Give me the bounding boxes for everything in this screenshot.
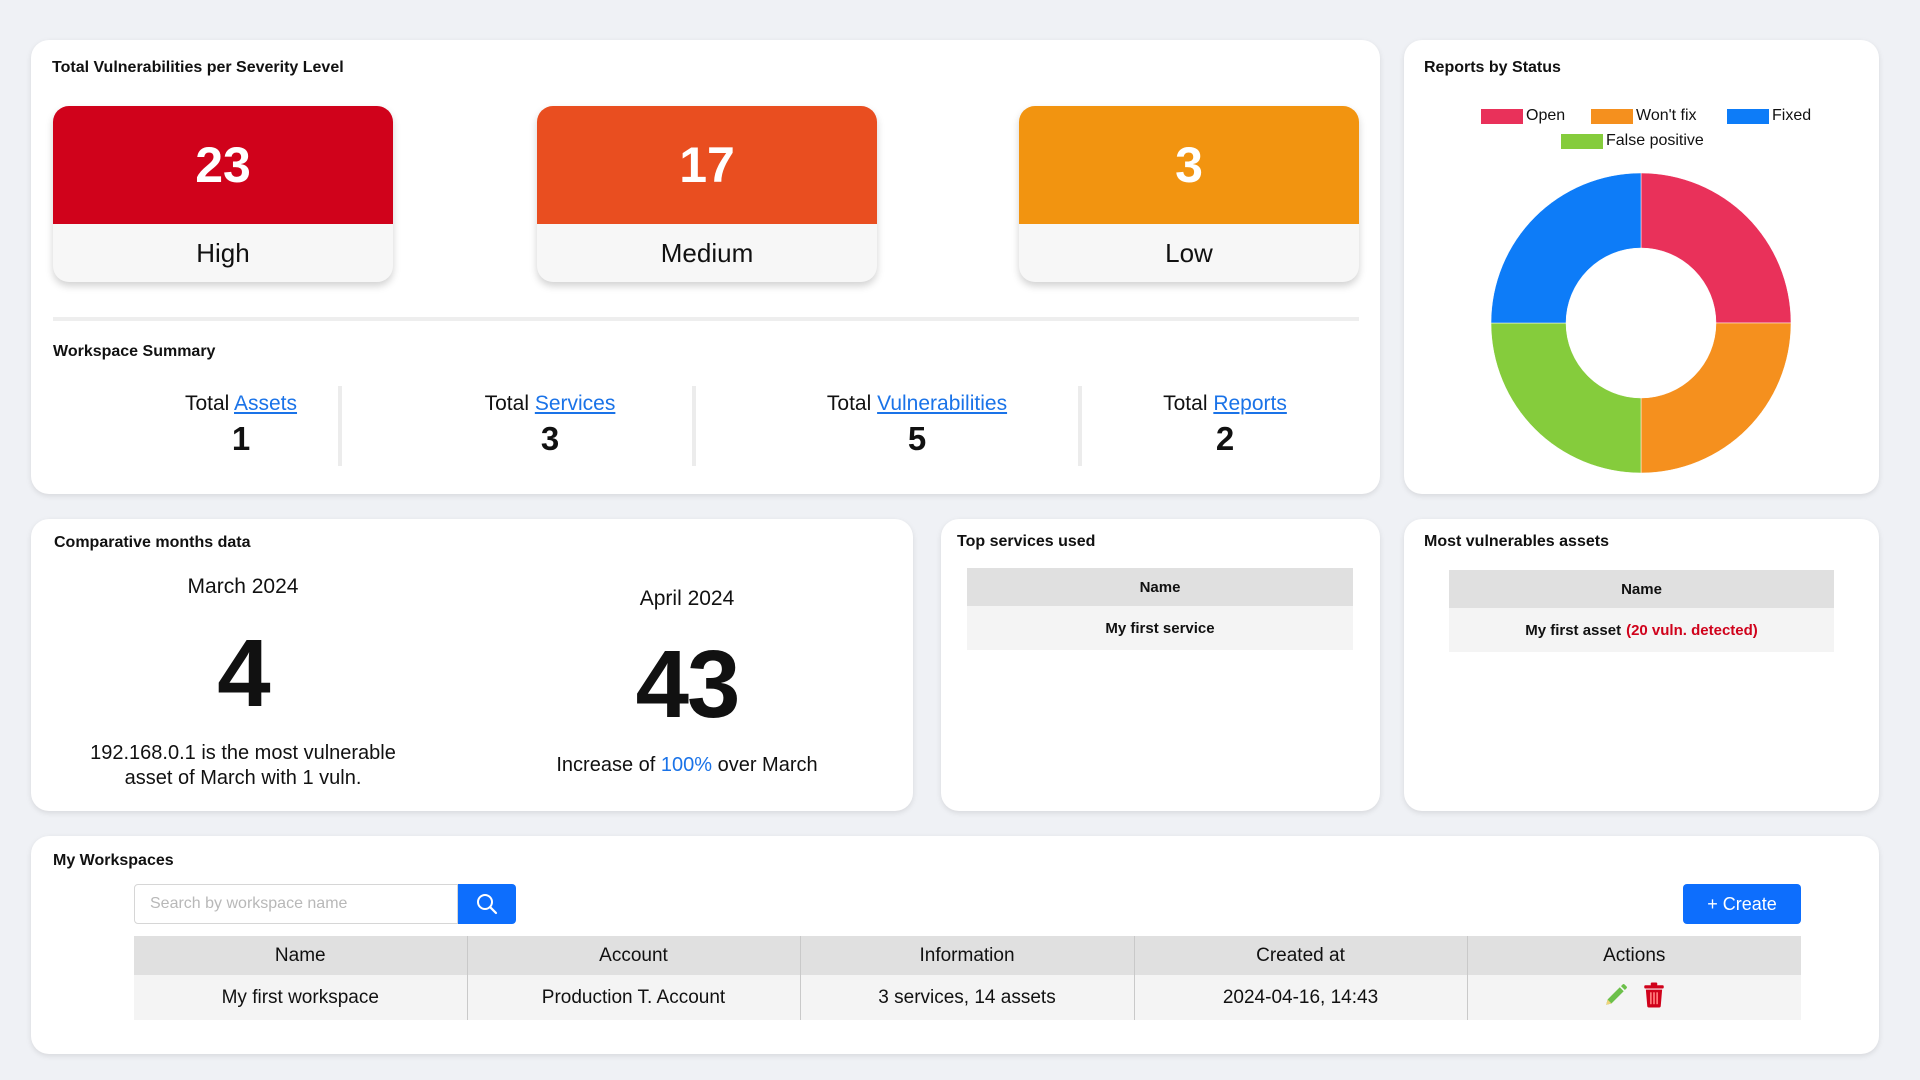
left-value: 4 (217, 620, 270, 727)
top-services-card: Top services used Name My first service (941, 519, 1380, 811)
left-description-line1: 192.168.0.1 is the most vulnerable (90, 742, 396, 764)
donut-slice-fixed[interactable] (1490, 172, 1642, 324)
summary-assets: Total Assets 1 (111, 392, 371, 458)
workspaces-title: My Workspaces (53, 852, 174, 869)
severity-medium-label: Medium (660, 237, 754, 268)
right-description: Increase of 100% over March (487, 753, 887, 778)
donut-slice-won-t-fix[interactable] (1640, 322, 1792, 474)
search-button[interactable] (458, 884, 516, 924)
vulnerable-assets-card: Most vulnerables assets Name My first as… (1404, 519, 1879, 811)
summary-prefix: Total (484, 392, 529, 415)
severity-medium-count: 17 (537, 106, 877, 224)
services-link[interactable]: Services (535, 392, 616, 415)
reports-link[interactable]: Reports (1213, 392, 1287, 415)
trash-icon[interactable] (1643, 982, 1665, 1008)
workspace-search-input[interactable]: Search by workspace name (134, 884, 458, 924)
top-services-header: Name (967, 568, 1353, 606)
pencil-icon[interactable] (1603, 982, 1629, 1008)
donut-slice-open[interactable] (1640, 172, 1792, 324)
assets-total: 1 (231, 420, 251, 457)
asset-name: My first asset (1525, 621, 1622, 639)
comparative-title: Comparative months data (54, 534, 251, 551)
table-row[interactable]: My first workspace Production T. Account… (134, 975, 1801, 1020)
workspace-actions (1467, 975, 1801, 1020)
severity-low-label: Low (1165, 237, 1213, 268)
reports-status-card: Reports by Status Open Won't fix Fixed F… (1404, 40, 1879, 494)
severity-low-tile: 3 Low (1019, 106, 1359, 282)
workspaces-table: Name Account Information Created at Acti… (134, 936, 1801, 1020)
left-month: March 2024 (187, 575, 299, 598)
workspace-account: Production T. Account (467, 975, 801, 1020)
workspaces-card: My Workspaces Search by workspace name +… (31, 836, 1879, 1054)
severity-high-count: 23 (53, 106, 393, 224)
severity-high-label: High (196, 237, 250, 268)
summary-services: Total Services 3 (420, 392, 680, 458)
workspace-created-at: 2024-04-16, 14:43 (1134, 975, 1468, 1020)
comparative-card: Comparative months data March 2024 4 192… (31, 519, 913, 811)
reports-total: 2 (1215, 420, 1235, 457)
column-header-name: Name (134, 936, 468, 975)
left-description: 192.168.0.1 is the most vulnerable asset… (43, 741, 443, 791)
summary-vulnerabilities: Total Vulnerabilities 5 (757, 392, 1077, 458)
left-description-line2: asset of March with 1 vuln. (124, 767, 362, 789)
summary-separator (692, 386, 696, 466)
right-month: April 2024 (639, 587, 735, 610)
vulnerable-assets-header: Name (1449, 570, 1834, 608)
column-header-information: Information (800, 936, 1135, 975)
table-row[interactable]: My first service (967, 606, 1353, 650)
asset-vuln-count: (20 vuln. detected) (1626, 621, 1758, 639)
top-services-title: Top services used (957, 533, 1096, 550)
summary-separator (338, 386, 342, 466)
severity-title: Total Vulnerabilities per Severity Level (52, 59, 344, 76)
status-donut-chart (1490, 172, 1792, 474)
workspace-name: My first workspace (134, 975, 468, 1020)
column-header-account: Account (467, 936, 801, 975)
severity-summary-card: Total Vulnerabilities per Severity Level… (31, 40, 1380, 494)
vulnerabilities-link[interactable]: Vulnerabilities (877, 392, 1007, 415)
summary-separator (1078, 386, 1082, 466)
severity-low-count: 3 (1019, 106, 1359, 224)
create-workspace-button[interactable]: + Create (1683, 884, 1801, 924)
severity-medium-tile: 17 Medium (537, 106, 877, 282)
summary-title: Workspace Summary (53, 343, 216, 360)
column-header-actions: Actions (1467, 936, 1801, 975)
table-row[interactable]: My first asset (20 vuln. detected) (1449, 608, 1834, 652)
column-header-created-at: Created at (1134, 936, 1468, 975)
vulnerabilities-total: 5 (907, 420, 927, 457)
right-text-after: over March (712, 754, 818, 776)
services-total: 3 (540, 420, 560, 457)
section-divider (53, 317, 1359, 321)
summary-prefix: Total (1163, 392, 1208, 415)
summary-reports: Total Reports 2 (1095, 392, 1355, 458)
increase-percent: 100% (660, 754, 713, 776)
severity-high-tile: 23 High (53, 106, 393, 282)
donut-slice-false-positive[interactable] (1490, 322, 1642, 474)
vulnerable-assets-title: Most vulnerables assets (1424, 533, 1609, 550)
right-text-before: Increase of (556, 754, 661, 776)
search-icon (477, 894, 498, 915)
right-value: 43 (635, 631, 741, 738)
summary-prefix: Total (826, 392, 872, 415)
workspace-information: 3 services, 14 assets (800, 975, 1135, 1020)
summary-prefix: Total (184, 392, 230, 415)
assets-link[interactable]: Assets (234, 392, 297, 415)
